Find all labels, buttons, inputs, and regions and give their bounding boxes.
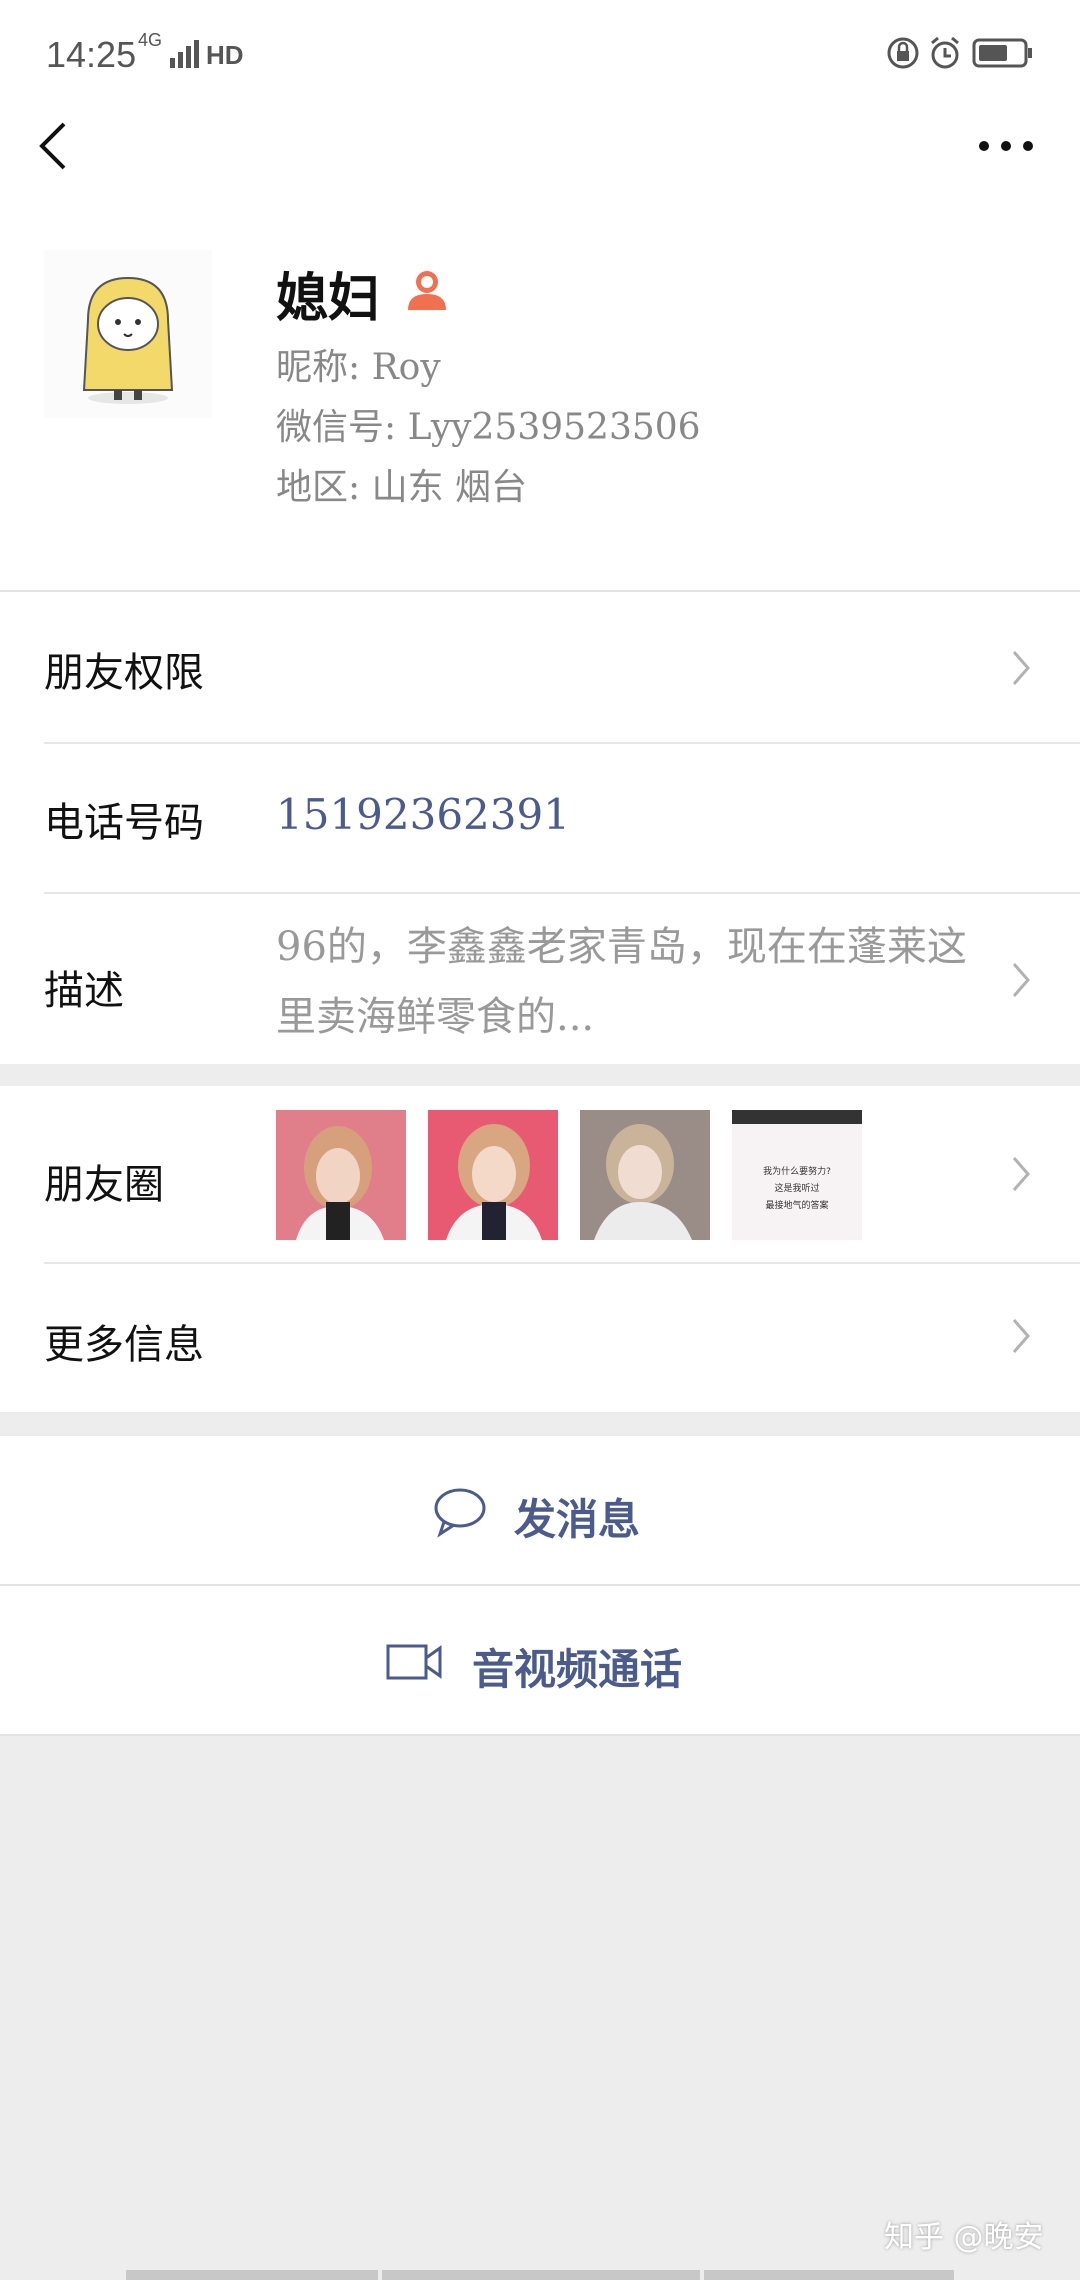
chat-bubble-icon [434, 1488, 486, 1538]
wechat-id-text: 微信号: Lyy2539523506 [276, 407, 701, 448]
chevron-right-icon [1012, 651, 1030, 685]
nav-handle [126, 2270, 378, 2280]
thumb-text-line: 这是我听过 [774, 1184, 820, 1194]
divider [44, 742, 1080, 744]
status-time: 14:25 [46, 34, 137, 75]
nickname-text: 昵称: Roy [276, 347, 441, 388]
divider [44, 892, 1080, 894]
video-call-label: 音视频通话 [472, 1645, 683, 1694]
thumb-text-line: 我为什么要努力? [763, 1167, 831, 1177]
send-message-label: 发消息 [514, 1495, 641, 1544]
watermark: 知乎 @晚安 [884, 2220, 1044, 2255]
description-label: 描述 [44, 968, 124, 1014]
contact-name: 媳妇 [276, 268, 381, 329]
more-options-icon[interactable] [976, 128, 1036, 164]
chevron-right-icon [1012, 1157, 1030, 1191]
video-call-button[interactable]: 音视频通话 [0, 1586, 1080, 1734]
nav-handle [382, 2270, 700, 2280]
moments-label: 朋友圈 [44, 1162, 164, 1208]
chevron-right-icon [1012, 1319, 1030, 1353]
divider [44, 1262, 1080, 1264]
lock-rotation-icon [887, 37, 919, 69]
moments-photo [276, 1110, 406, 1240]
hd-badge: HD [206, 40, 244, 70]
signal-icon [170, 40, 199, 68]
description-text: 96的，李鑫鑫老家青岛，现在在蓬莱这里卖海鲜零食的... [276, 924, 967, 1040]
network-type: 4G [138, 30, 163, 50]
avatar[interactable] [44, 250, 212, 418]
video-camera-icon [386, 1644, 442, 1680]
nav-handle [704, 2270, 954, 2280]
phone-number[interactable]: 15192362391 [276, 790, 570, 839]
avatar-illustration [82, 276, 174, 404]
more-info-label: 更多信息 [44, 1322, 204, 1368]
divider [0, 1734, 1080, 1736]
thumb-text-line: 最接地气的答案 [765, 1201, 829, 1211]
battery-icon [972, 38, 1032, 68]
moments-photo [428, 1110, 558, 1240]
moments-photo: 我为什么要努力? 这是我听过 最接地气的答案 [732, 1110, 862, 1240]
section-gap [0, 1412, 1080, 1436]
section-gap [0, 1064, 1080, 1086]
chevron-right-icon [1012, 963, 1030, 997]
send-message-button[interactable]: 发消息 [0, 1436, 1080, 1584]
phone-label: 电话号码 [44, 800, 204, 846]
status-bar: 14:25 4G HD [0, 0, 1080, 110]
divider [0, 590, 1080, 592]
person-badge-icon [408, 271, 446, 310]
region-text: 地区: 山东 烟台 [276, 467, 528, 508]
alarm-icon [931, 36, 959, 69]
moments-photo [580, 1110, 710, 1240]
friend-permissions-label: 朋友权限 [44, 650, 204, 696]
back-arrow-icon[interactable] [30, 112, 80, 180]
